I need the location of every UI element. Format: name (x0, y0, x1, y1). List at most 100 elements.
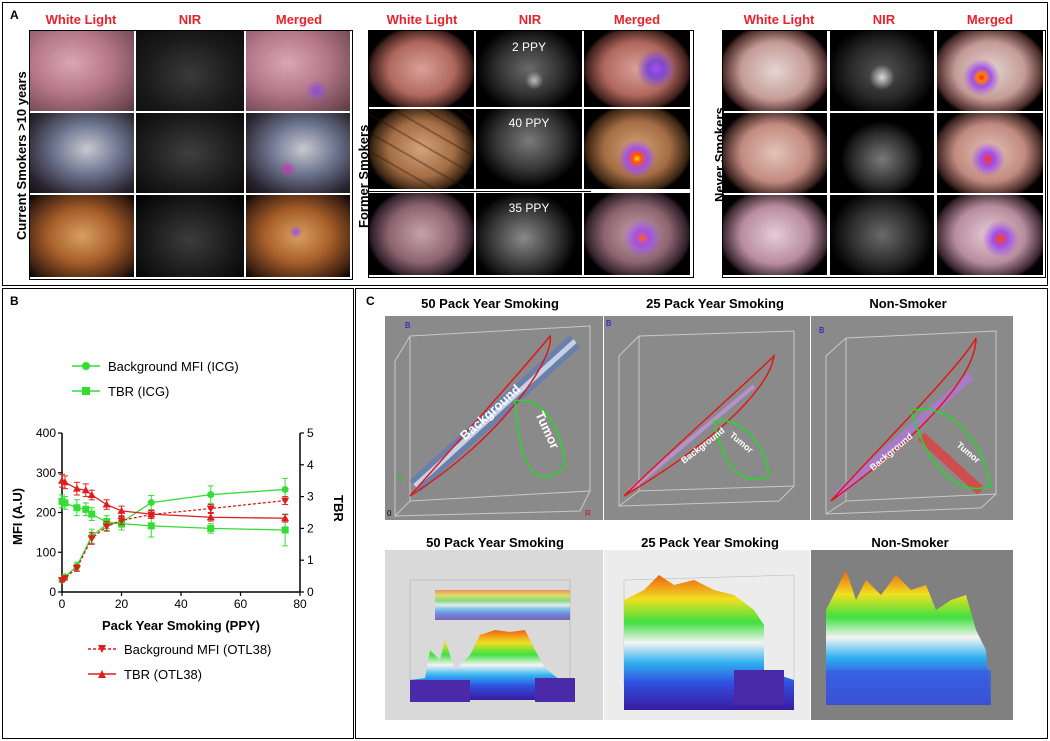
x-axis-label: Pack Year Smoking (PPY) (102, 618, 260, 633)
legend-label-otl38-tbr: TBR (OTL38) (124, 667, 202, 682)
never-white-light-2 (723, 113, 827, 193)
current-merged-3 (246, 195, 350, 277)
c-title-nonsmoker-bottom: Non-Smoker (871, 535, 949, 550)
header-white-light-3: White Light (743, 12, 815, 27)
axis-o-50: 0 (387, 509, 392, 518)
axis-r-50: R (585, 509, 591, 518)
current-white-light-1 (30, 31, 134, 111)
data-point (207, 491, 215, 499)
axis-g-50: G (397, 474, 403, 483)
c-title-nonsmoker-top: Non-Smoker (869, 296, 947, 311)
x-tick-label: 20 (115, 597, 129, 611)
former-merged-2 (584, 109, 690, 189)
panel-a-letter: A (10, 8, 19, 22)
y2-tick-label: 2 (307, 521, 314, 535)
current-white-light-2 (30, 113, 134, 193)
never-merged-1 (937, 31, 1043, 111)
x-tick-label: 0 (59, 597, 66, 611)
series-2 (58, 496, 290, 585)
y-axis-label: MFI (A.U) (10, 488, 25, 545)
former-divider (369, 191, 591, 192)
current-nir-3 (136, 195, 244, 277)
data-point (281, 485, 289, 493)
legend-label-icg-mfi: Background MFI (ICG) (108, 359, 239, 374)
y-tick-label: 100 (36, 545, 56, 559)
y2-tick-label: 1 (307, 553, 314, 567)
tbr-mfi-chart: Background MFI (ICG) TBR (ICG) Backgroun… (10, 359, 346, 682)
y-tick-label: 400 (36, 426, 56, 440)
never-white-light-1 (723, 31, 827, 111)
current-merged-2 (246, 113, 350, 193)
ppy-label-2: 2 PPY (511, 40, 547, 54)
c-title-25-top: 25 Pack Year Smoking (646, 296, 784, 311)
former-merged-1 (584, 31, 690, 107)
y2-tick-label: 0 (307, 585, 314, 599)
never-nir-1 (830, 31, 934, 111)
header-merged-2: Merged (613, 12, 661, 27)
header-merged-1: Merged (275, 12, 323, 27)
surface-3d-nonsmoker (811, 550, 1013, 720)
former-white-light-2 (369, 109, 474, 189)
scatter-3d-50: 0 B G R Background Tumor (385, 316, 603, 520)
data-point (72, 484, 81, 492)
never-nir-3 (830, 195, 934, 275)
ppy-label-35: 35 PPY (508, 201, 550, 215)
never-merged-2 (937, 113, 1043, 193)
data-point (73, 504, 81, 512)
y-tick-label: 0 (49, 585, 56, 599)
surface-3d-25 (604, 550, 810, 720)
y2-tick-label: 3 (307, 490, 314, 504)
legend-top: Background MFI (ICG) TBR (ICG) (72, 359, 239, 399)
data-point (281, 526, 289, 534)
y2-axis-label: TBR (331, 495, 346, 522)
data-point (102, 500, 111, 508)
legend-label-icg-tbr: TBR (ICG) (108, 384, 169, 399)
chart-axes (61, 433, 301, 593)
y2-tick-label: 4 (307, 458, 314, 472)
y-tick-label: 200 (36, 506, 56, 520)
current-nir-2 (136, 113, 244, 193)
current-white-light-3 (30, 195, 134, 277)
axis-b-nonsmoker: B (819, 326, 824, 335)
data-point (281, 497, 290, 505)
group-label-current-smokers: Current Smokers >10 years (14, 71, 29, 240)
c-title-25-bottom: 25 Pack Year Smoking (641, 535, 779, 550)
x-tick-label: 80 (293, 597, 307, 611)
data-point (147, 499, 155, 507)
header-nir-2: NIR (518, 12, 542, 27)
legend-bottom: Background MFI (OTL38) TBR (OTL38) (88, 642, 271, 682)
legend-label-otl38-mfi: Background MFI (OTL38) (124, 642, 271, 657)
data-point (88, 510, 96, 518)
header-nir-3: NIR (872, 12, 896, 27)
x-tick-label: 60 (234, 597, 248, 611)
scatter-3d-nonsmoker: B Background Tumor (811, 316, 1013, 520)
c-title-50-top: 50 Pack Year Smoking (421, 296, 559, 311)
current-nir-1 (136, 31, 244, 111)
axis-b-25: B (606, 319, 611, 328)
x-tick-label: 40 (174, 597, 188, 611)
header-white-light-1: White Light (45, 12, 117, 27)
former-white-light-3 (369, 193, 474, 275)
data-point (207, 524, 215, 532)
c-title-50-bottom: 50 Pack Year Smoking (426, 535, 564, 550)
y2-tick-label: 5 (307, 426, 314, 440)
former-merged-3 (584, 193, 690, 275)
data-point (147, 522, 155, 530)
never-merged-3 (937, 195, 1043, 275)
surface-3d-50 (385, 550, 603, 720)
data-point (206, 505, 215, 513)
series-line (61, 499, 286, 581)
header-white-light-2: White Light (386, 12, 458, 27)
scatter-3d-25: B Background Tumor (604, 316, 810, 520)
panel-c-letter: C (366, 294, 375, 308)
legend-marker-icg-mfi (82, 362, 90, 370)
y-tick-label: 300 (36, 466, 56, 480)
legend-marker-icg-tbr (82, 387, 90, 395)
former-white-light-1 (369, 31, 474, 107)
current-merged-1 (246, 31, 350, 111)
never-nir-2 (830, 113, 934, 193)
header-nir-1: NIR (178, 12, 202, 27)
header-merged-3: Merged (966, 12, 1014, 27)
never-white-light-3 (723, 195, 827, 275)
axis-b-50: B (405, 321, 410, 330)
